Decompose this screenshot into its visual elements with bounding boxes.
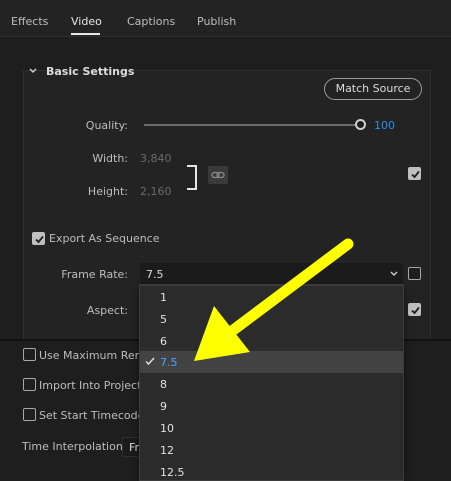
arrow-annotation — [194, 238, 354, 361]
